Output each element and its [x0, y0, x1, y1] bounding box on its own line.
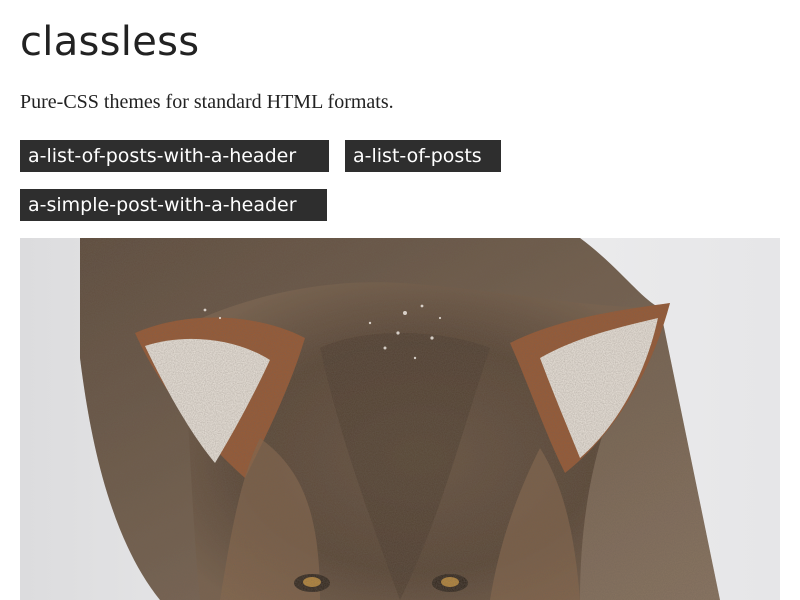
tag-link-list-of-posts-with-header[interactable]: a-list-of-posts-with-a-header [20, 140, 329, 172]
tag-link-list-of-posts[interactable]: a-list-of-posts [345, 140, 501, 172]
site-title: classless [20, 19, 200, 65]
site-tagline: Pure-CSS themes for standard HTML format… [20, 91, 394, 113]
coyote-body [80, 238, 720, 600]
coyote-photo-icon [20, 238, 780, 600]
hero-image [20, 238, 780, 600]
tag-link-simple-post-with-header[interactable]: a-simple-post-with-a-header [20, 189, 327, 221]
page: classless Pure-CSS themes for standard H… [0, 0, 800, 600]
